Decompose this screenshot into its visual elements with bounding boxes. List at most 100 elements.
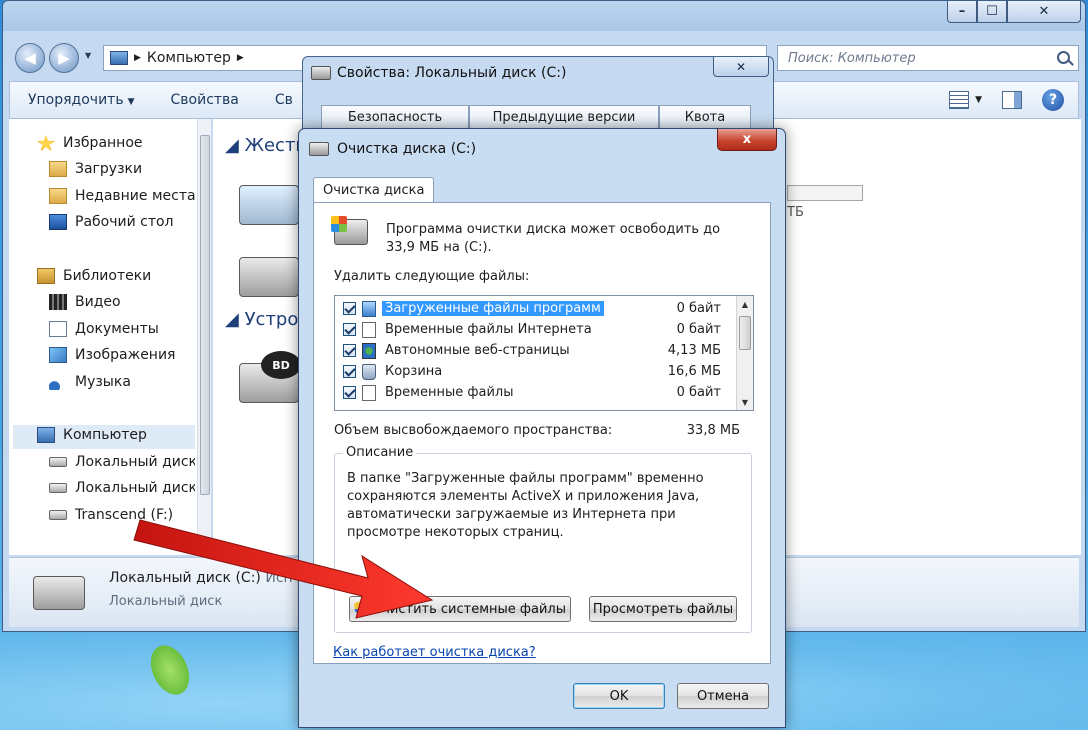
file-size: 4,13 МБ <box>667 343 721 358</box>
libraries-icon <box>37 268 55 284</box>
nav-computer[interactable]: Компьютер <box>37 427 147 443</box>
nav-label: Видео <box>75 294 121 310</box>
nav-local-disk-c[interactable]: Локальный диск <box>49 454 195 470</box>
checkbox[interactable] <box>343 386 356 399</box>
organize-button[interactable]: Упорядочить ▼ <box>10 92 153 108</box>
help-icon[interactable]: ? <box>1042 89 1064 111</box>
recycle-bin-icon <box>362 363 376 380</box>
properties-title: Свойства: Локальный диск (C:) <box>311 65 566 81</box>
tab-security[interactable]: Безопасность <box>321 105 469 129</box>
program-files-icon <box>362 300 376 317</box>
nav-label: Изображения <box>75 347 176 363</box>
disk-cleanup-icon <box>309 142 329 156</box>
nav-images[interactable]: Изображения <box>49 347 175 363</box>
close-button[interactable]: x <box>717 129 777 151</box>
nav-transcend[interactable]: Transcend (F:) <box>49 507 195 523</box>
nav-libraries[interactable]: Библиотеки <box>37 268 151 284</box>
clean-system-files-button[interactable]: Очистить системные файлы <box>349 596 571 622</box>
drive-c-icon[interactable] <box>239 185 299 225</box>
list-scrollbar[interactable]: ▲ ▼ <box>736 296 753 410</box>
nav-scrollbar[interactable] <box>197 119 211 555</box>
properties-title-text: Свойства: Локальный диск (C:) <box>337 65 567 81</box>
forward-button[interactable]: ▶ <box>49 43 79 73</box>
details-used-label: Исп <box>265 570 293 586</box>
nav-label: Загрузки <box>75 161 143 177</box>
music-icon <box>49 374 67 390</box>
cleanup-title-text: Очистка диска (C:) <box>337 141 477 157</box>
nav-favorites[interactable]: Избранное <box>37 135 143 151</box>
nav-label: Недавние места <box>75 188 195 204</box>
checkbox[interactable] <box>343 344 356 357</box>
chevron-down-icon[interactable]: ▼ <box>975 95 982 105</box>
ok-button[interactable]: OK <box>573 683 665 709</box>
nav-desktop[interactable]: Рабочий стол <box>49 214 174 230</box>
view-options-icon[interactable] <box>949 91 970 109</box>
organize-label: Упорядочить <box>28 92 124 108</box>
list-item[interactable]: Автономные веб-страницы 4,13 МБ <box>337 340 735 361</box>
offline-pages-icon <box>362 342 376 359</box>
file-name: Временные файлы Интернета <box>385 322 592 337</box>
file-name: Временные файлы <box>385 385 514 400</box>
document-icon <box>362 384 376 401</box>
search-icon[interactable] <box>1057 51 1070 64</box>
list-item[interactable]: Загруженные файлы программ 0 байт <box>337 298 735 319</box>
computer-icon <box>110 51 128 65</box>
capacity-bar <box>787 185 863 201</box>
tab-previous-versions[interactable]: Предыдущие версии <box>469 105 659 129</box>
drive-icon <box>49 457 67 467</box>
nav-documents[interactable]: Документы <box>49 321 159 337</box>
drive-icon <box>49 483 67 493</box>
desktop-icon <box>49 214 67 230</box>
chevron-down-icon: ▼ <box>127 97 135 107</box>
space-freed-label: Объем высвобождаемого пространства: <box>334 423 613 438</box>
cancel-button[interactable]: Отмена <box>677 683 769 709</box>
help-link[interactable]: Как работает очистка диска? <box>333 645 536 660</box>
scroll-up-icon[interactable]: ▲ <box>737 296 753 312</box>
scroll-thumb[interactable] <box>200 135 210 495</box>
downloads-folder-icon <box>49 161 67 177</box>
navigation-pane: Избранное Загрузки Недавние места Рабочи… <box>9 119 211 555</box>
computer-icon <box>37 427 55 443</box>
list-item[interactable]: Временные файлы 0 байт <box>337 382 735 403</box>
file-name: Корзина <box>385 364 443 379</box>
tab-quota[interactable]: Квота <box>659 105 751 129</box>
search-input[interactable]: Поиск: Компьютер <box>777 45 1079 71</box>
nav-downloads[interactable]: Загрузки <box>49 161 142 177</box>
section-hard-disks[interactable]: ◢ Жестк <box>225 135 306 156</box>
file-name: Автономные веб-страницы <box>385 343 570 358</box>
scroll-down-icon[interactable]: ▼ <box>737 394 753 410</box>
minimize-button[interactable]: – <box>947 1 977 23</box>
preview-pane-icon[interactable] <box>1002 91 1022 109</box>
properties-close-button[interactable]: ✕ <box>713 57 769 77</box>
close-button[interactable]: ✕ <box>1007 1 1081 23</box>
scroll-thumb[interactable] <box>739 316 751 350</box>
back-button[interactable]: ◀ <box>15 43 45 73</box>
tab-disk-cleanup[interactable]: Очистка диска <box>313 177 435 203</box>
cleanup-tab-body: Программа очистки диска может освободить… <box>313 202 771 664</box>
file-size: 16,6 МБ <box>667 364 721 379</box>
nav-label: Локальный диск <box>75 480 195 496</box>
video-icon <box>49 294 67 310</box>
list-item[interactable]: Корзина 16,6 МБ <box>337 361 735 382</box>
drive-d-icon[interactable] <box>239 257 299 297</box>
toolbar-right: ▼ ? <box>949 89 1064 111</box>
history-dropdown-icon[interactable]: ▼ <box>85 51 91 60</box>
usb-drive-icon <box>49 510 67 520</box>
details-type: Локальный диск <box>109 594 223 609</box>
nav-music[interactable]: Музыка <box>49 374 131 390</box>
files-list[interactable]: Загруженные файлы программ 0 байт Времен… <box>334 295 754 411</box>
nav-video[interactable]: Видео <box>49 294 121 310</box>
list-item[interactable]: Временные файлы Интернета 0 байт <box>337 319 735 340</box>
checkbox[interactable] <box>343 323 356 336</box>
nav-label: Рабочий стол <box>75 214 174 230</box>
nav-recent[interactable]: Недавние места <box>49 188 195 204</box>
files-to-delete-label: Удалить следующие файлы: <box>334 269 530 284</box>
checkbox[interactable] <box>343 302 356 315</box>
nav-local-disk-d[interactable]: Локальный диск <box>49 480 195 496</box>
maximize-button[interactable]: ☐ <box>977 1 1007 23</box>
properties-button[interactable]: Свойства <box>153 92 257 108</box>
checkbox[interactable] <box>343 365 356 378</box>
details-name: Локальный диск (C:) Исп <box>109 570 293 586</box>
view-files-button[interactable]: Просмотреть файлы <box>589 596 737 622</box>
chevron-right-icon: ▶ <box>134 53 141 63</box>
